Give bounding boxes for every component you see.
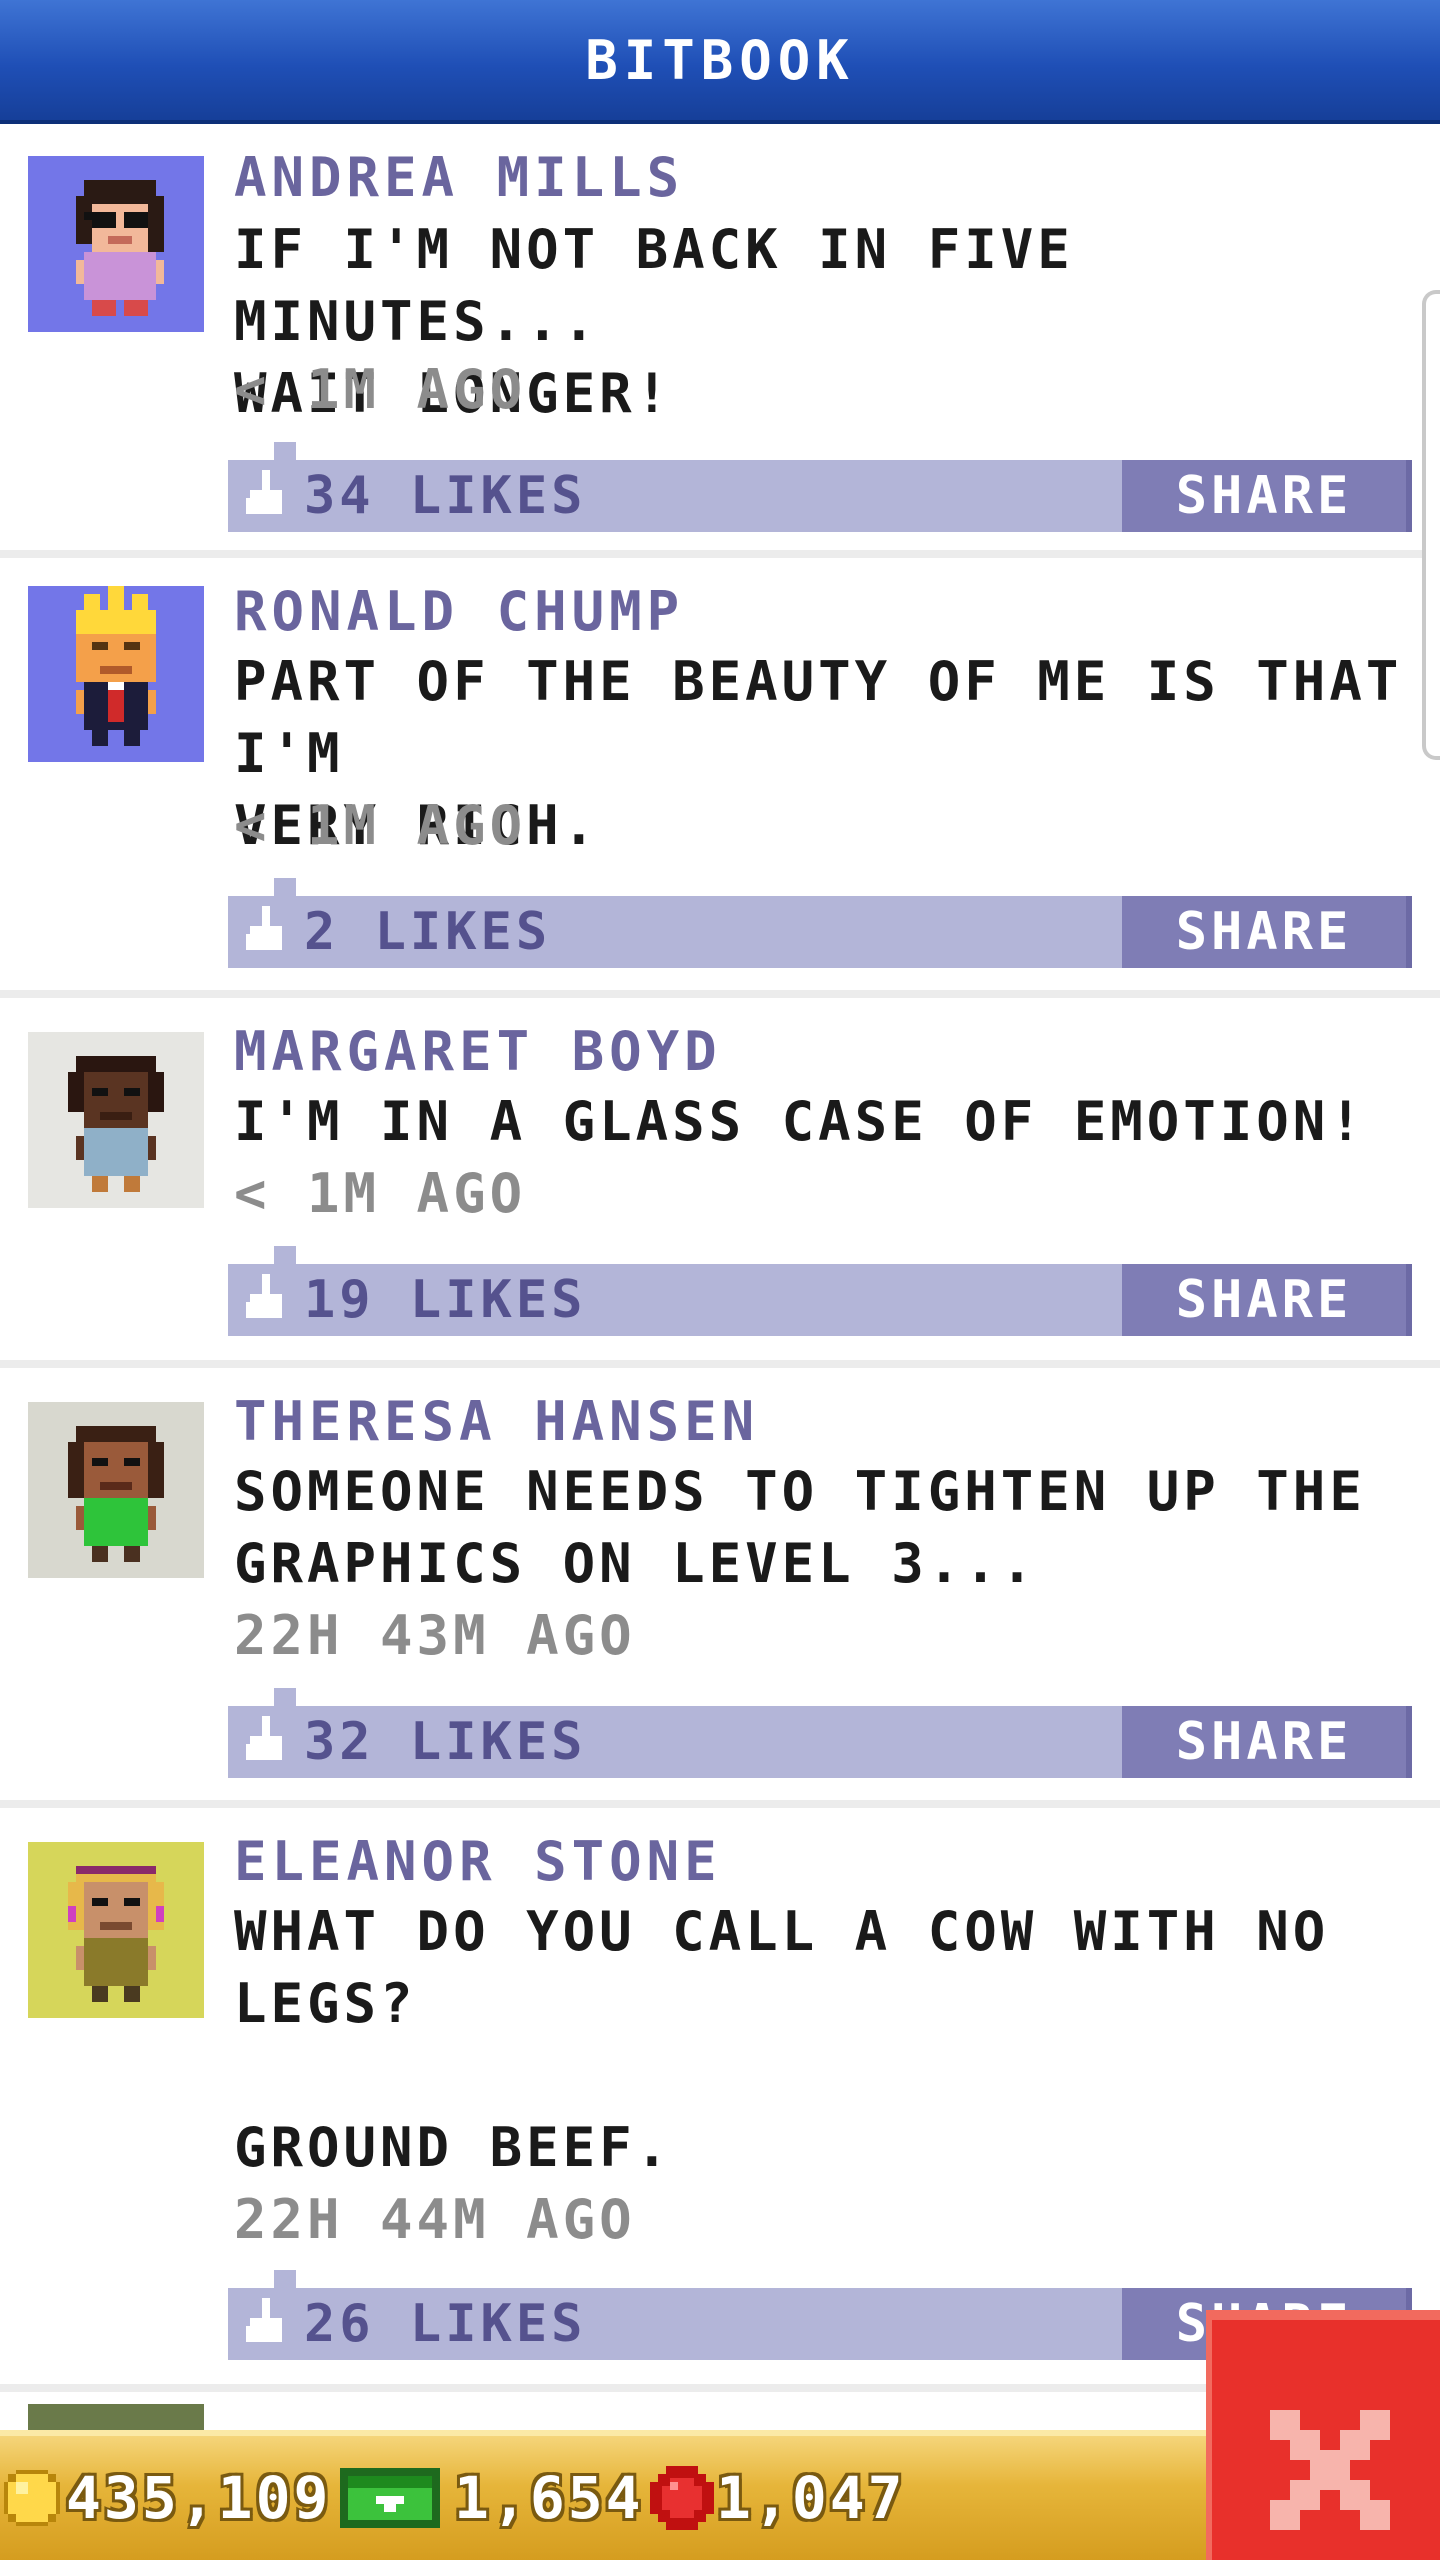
like-bar: 2 LIKES SHARE bbox=[228, 878, 1412, 968]
post-timestamp: 22H 44M AGO bbox=[234, 2188, 636, 2251]
post-text: WHAT DO YOU CALL A COW WITH NO LEGS? GRO… bbox=[234, 1900, 1330, 2179]
post-item: THERESA HANSEN SOMEONE NEEDS TO TIGHTEN … bbox=[0, 1368, 1440, 1808]
close-button[interactable] bbox=[1206, 2310, 1440, 2560]
app-title: BITBOOK bbox=[585, 28, 855, 92]
share-button[interactable]: SHARE bbox=[1122, 1264, 1412, 1336]
scrollbar[interactable] bbox=[1422, 290, 1440, 760]
red-gem-icon bbox=[650, 2466, 714, 2530]
share-button[interactable]: SHARE bbox=[1122, 460, 1412, 532]
post-author: THERESA HANSEN bbox=[234, 1390, 760, 1453]
like-count: 26 LIKES bbox=[304, 2294, 587, 2354]
coins-value: 435,109 bbox=[66, 2464, 332, 2532]
post-timestamp: < 1M AGO bbox=[234, 1162, 527, 1225]
post-author: RONALD CHUMP bbox=[234, 580, 685, 643]
post-text: SOMEONE NEEDS TO TIGHTEN UP THE GRAPHICS… bbox=[234, 1460, 1366, 1595]
like-bar: 32 LIKES SHARE bbox=[228, 1688, 1412, 1778]
like-count: 19 LIKES bbox=[304, 1270, 587, 1330]
avatar bbox=[28, 586, 204, 762]
post-text: I'M IN A GLASS CASE OF EMOTION! bbox=[234, 1090, 1366, 1153]
share-button[interactable]: SHARE bbox=[1122, 1706, 1412, 1778]
like-bar: 19 LIKES SHARE bbox=[228, 1246, 1412, 1336]
gems-value: 1,047 bbox=[716, 2464, 906, 2532]
avatar bbox=[28, 2404, 204, 2430]
post-author: ANDREA MILLS bbox=[234, 146, 685, 209]
like-count: 2 LIKES bbox=[304, 902, 552, 962]
close-x-icon bbox=[1270, 2410, 1390, 2530]
bux-stat: 1,654 bbox=[340, 2436, 644, 2560]
gems-stat: 1,047 bbox=[650, 2436, 906, 2560]
post-item: ELEANOR STONE WHAT DO YOU CALL A COW WIT… bbox=[0, 1808, 1440, 2392]
coin-icon bbox=[4, 2470, 60, 2526]
bux-cash-icon bbox=[340, 2468, 440, 2528]
post-timestamp: < 1M AGO bbox=[234, 794, 527, 857]
like-thumb-icon[interactable] bbox=[242, 1274, 290, 1326]
like-count: 34 LIKES bbox=[304, 466, 587, 526]
like-thumb-icon[interactable] bbox=[242, 906, 290, 958]
post-author: ELEANOR STONE bbox=[234, 1830, 722, 1893]
like-thumb-icon[interactable] bbox=[242, 2298, 290, 2350]
like-count: 32 LIKES bbox=[304, 1712, 587, 1772]
avatar bbox=[28, 1402, 204, 1578]
avatar bbox=[28, 156, 204, 332]
post-item: ANDREA MILLS IF I'M NOT BACK IN FIVE MIN… bbox=[0, 124, 1440, 558]
coins-stat: 435,109 bbox=[4, 2436, 331, 2560]
bux-value: 1,654 bbox=[454, 2464, 644, 2532]
like-thumb-icon[interactable] bbox=[242, 1716, 290, 1768]
feed-list[interactable]: ANDREA MILLS IF I'M NOT BACK IN FIVE MIN… bbox=[0, 124, 1440, 2430]
app-header: BITBOOK bbox=[0, 0, 1440, 124]
post-timestamp: < 1M AGO bbox=[234, 358, 527, 421]
share-button[interactable]: SHARE bbox=[1122, 896, 1412, 968]
post-author: MARGARET BOYD bbox=[234, 1020, 722, 1083]
post-item: MARGARET BOYD I'M IN A GLASS CASE OF EMO… bbox=[0, 998, 1440, 1368]
like-thumb-icon[interactable] bbox=[242, 470, 290, 522]
post-item: RONALD CHUMP PART OF THE BEAUTY OF ME IS… bbox=[0, 558, 1440, 998]
avatar bbox=[28, 1842, 204, 2018]
like-bar: 34 LIKES SHARE bbox=[228, 442, 1412, 532]
post-timestamp: 22H 43M AGO bbox=[234, 1604, 636, 1667]
avatar bbox=[28, 1032, 204, 1208]
